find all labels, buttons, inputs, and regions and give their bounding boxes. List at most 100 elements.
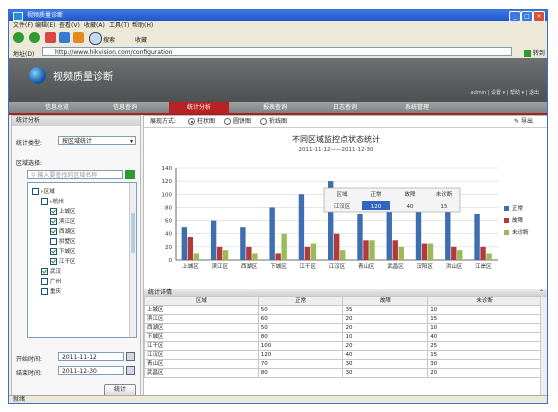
radio-line[interactable]: [260, 118, 267, 125]
tree-node[interactable]: 广州: [41, 277, 61, 285]
checkbox[interactable]: [50, 258, 57, 265]
menu-view[interactable]: 查看(V): [59, 21, 80, 30]
column-header[interactable]: 未诊断: [427, 296, 542, 306]
table-cell: 40: [427, 332, 542, 342]
start-time-input[interactable]: 2011-11-12: [58, 352, 124, 361]
stop-icon[interactable]: [45, 32, 56, 43]
nav-query[interactable]: 信息查询: [95, 102, 155, 113]
nav-logs[interactable]: 日志查询: [315, 102, 375, 113]
table-row[interactable]: 下城区 80 10 40: [144, 332, 542, 342]
tree-node[interactable]: 滨江区: [50, 217, 76, 225]
table-row[interactable]: 西湖区 50 20 10: [144, 323, 542, 333]
checkbox[interactable]: [50, 218, 57, 225]
checkbox[interactable]: [41, 288, 48, 295]
table-row[interactable]: 江干区 100 20 25: [144, 341, 542, 351]
header-user-links[interactable]: admin | 设置 ▾ | 帮助 ▾ | 退出: [471, 89, 539, 96]
nav-statistics[interactable]: 统计分析: [169, 102, 229, 113]
checkbox[interactable]: [50, 208, 57, 215]
refresh-icon[interactable]: [59, 32, 70, 43]
address-input[interactable]: http://www.hikvision.com/configuration: [42, 47, 512, 56]
search-label[interactable]: 搜索: [103, 35, 115, 44]
table-cell: 30: [342, 368, 429, 378]
column-header[interactable]: 区域: [144, 296, 259, 306]
bar: [457, 250, 463, 260]
tree-node[interactable]: 江干区: [50, 257, 76, 265]
y-tick-label: 100: [162, 192, 173, 198]
legend-label: 故障: [512, 216, 524, 224]
scrollbar-thumb[interactable]: [131, 213, 135, 253]
favorites-label[interactable]: 收藏: [135, 35, 147, 44]
tree-node[interactable]: ▸区域: [32, 187, 55, 195]
x-tick-label: 下城区: [270, 263, 287, 270]
table-row[interactable]: 青山区 70 30 30: [144, 359, 542, 369]
tree-scrollbar[interactable]: [129, 183, 136, 337]
calendar-icon[interactable]: [126, 366, 135, 375]
tree-node-label: 滨江区: [59, 219, 76, 225]
radio-pie[interactable]: [224, 118, 231, 125]
forward-icon[interactable]: [29, 32, 40, 43]
calendar-icon[interactable]: [126, 352, 135, 361]
column-header[interactable]: 故障: [342, 296, 429, 306]
table-row[interactable]: 武昌区 80 30 20: [144, 368, 542, 378]
tree-node[interactable]: 重庆: [41, 287, 61, 295]
globe-logo-icon: [29, 67, 46, 84]
go-button[interactable]: 转到: [524, 48, 545, 57]
menu-help[interactable]: 帮助(H): [132, 21, 153, 30]
checkbox[interactable]: [50, 228, 57, 235]
column-header[interactable]: 正常: [257, 296, 344, 306]
search-go-icon[interactable]: [125, 170, 135, 179]
menu-edit[interactable]: 编辑(E): [35, 21, 55, 30]
export-icon: ✎: [514, 118, 520, 125]
tooltip-header: 未诊断: [436, 190, 453, 198]
checkbox[interactable]: [50, 248, 57, 255]
region-search-input[interactable]: ⚲ 输入要查找的区域名称: [27, 170, 123, 179]
app-title: 视频质量诊断: [53, 72, 113, 83]
checkbox[interactable]: [41, 268, 48, 275]
export-button[interactable]: ✎ 导出: [514, 117, 533, 126]
menu-file[interactable]: 文件(F): [13, 21, 33, 30]
stat-type-select[interactable]: 按区域统计 ▾: [58, 136, 136, 145]
checkbox[interactable]: [32, 188, 39, 195]
checkbox[interactable]: [41, 278, 48, 285]
divider: [144, 127, 547, 128]
table-scrollbar[interactable]: [540, 297, 547, 397]
region-tree: ▸区域 ▸杭州上城区滨江区西湖区拱墅区下城区江干区武汉广州重庆: [27, 182, 137, 338]
table-cell: 35: [342, 305, 429, 315]
table-row[interactable]: 滨江区 60 20 15: [144, 314, 542, 324]
tree-node-label: 江干区: [59, 259, 76, 265]
back-icon[interactable]: [13, 32, 24, 43]
option-pie[interactable]: 圆饼图: [224, 117, 251, 126]
checkbox[interactable]: [50, 238, 57, 245]
menu-favorites[interactable]: 收藏(A): [84, 21, 105, 30]
tree-node[interactable]: 下城区: [50, 247, 76, 255]
menu-tools[interactable]: 工具(T): [109, 21, 129, 30]
table-cell: 20: [342, 341, 429, 351]
nav-overview[interactable]: 信息总览: [27, 102, 87, 113]
checkbox[interactable]: [41, 198, 48, 205]
tree-node[interactable]: 西湖区: [50, 227, 76, 235]
bar: [187, 237, 194, 260]
tooltip-header: 故障: [404, 190, 416, 198]
browser-window: 视频质量诊断 _ □ × 文件(F) 编辑(E) 查看(V) 收藏(A) 工具(…: [8, 9, 548, 404]
option-line[interactable]: 折线图: [260, 117, 287, 126]
nav-system[interactable]: 系统管理: [387, 102, 447, 113]
tree-node[interactable]: 拱墅区: [50, 237, 76, 245]
nav-reports[interactable]: 报表查询: [245, 102, 305, 113]
bar: [281, 233, 287, 260]
option-bar[interactable]: 柱状图: [188, 117, 215, 126]
table-row[interactable]: 江汉区 120 40 15: [144, 350, 542, 360]
tree-node[interactable]: 上城区: [50, 207, 76, 215]
table-cell: 10: [427, 305, 542, 315]
home-icon[interactable]: [73, 32, 84, 43]
search-icon[interactable]: [89, 32, 102, 45]
end-time-input[interactable]: 2011-12-30: [58, 366, 124, 375]
radio-bar[interactable]: [188, 118, 195, 125]
tree-node-label: 拱墅区: [59, 239, 76, 245]
x-tick-label: 上城区: [182, 262, 199, 270]
table-cell: 10: [342, 332, 429, 342]
address-label: 地址(D): [13, 51, 35, 58]
table-row[interactable]: 上城区 50 35 10: [144, 305, 542, 315]
table-cell: 120: [257, 350, 344, 360]
tree-node[interactable]: 武汉: [41, 267, 61, 275]
tree-node[interactable]: ▸杭州: [41, 197, 64, 205]
